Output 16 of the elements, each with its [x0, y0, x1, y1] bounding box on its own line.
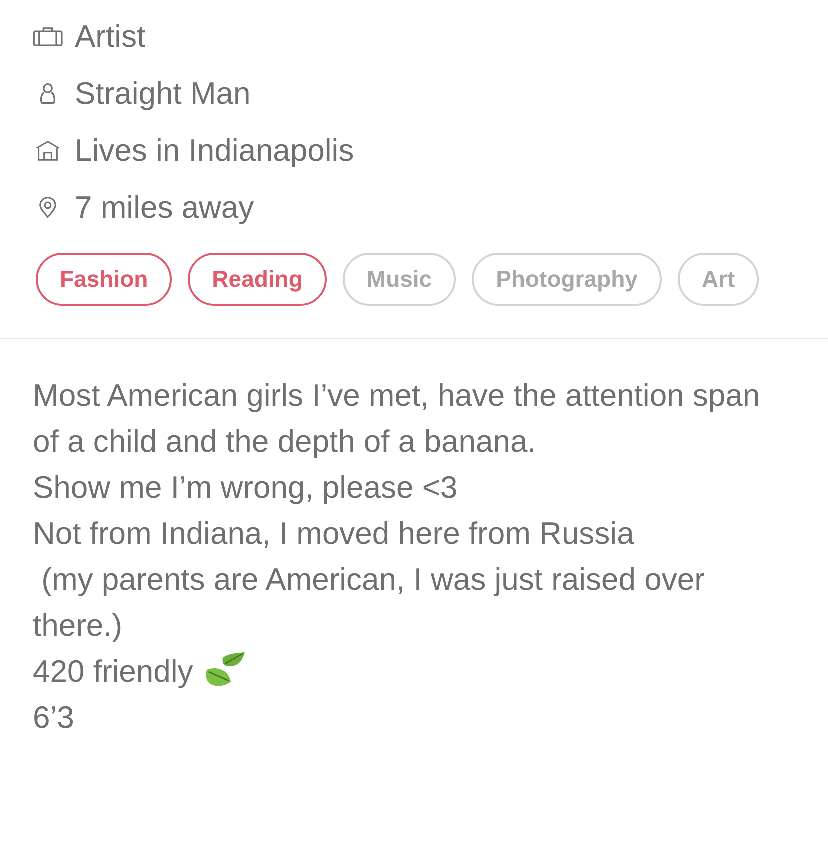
interest-tag: Fashion [36, 253, 172, 306]
bio-text: Most American girls I’ve met, have the attention span of a child and the depth of a banana. [33, 377, 762, 461]
bio-text: 6’3 [33, 699, 76, 737]
profile-detail: 7 miles away [75, 190, 254, 226]
bio-text: 420 friendly [33, 653, 194, 691]
profile-detail: Straight Man [75, 76, 251, 112]
interest-tag: Photography [472, 253, 662, 306]
bio-text: Show me I’m wrong, please <3 [33, 469, 459, 507]
profile-detail: Lives in Indianapolis [75, 132, 354, 168]
interest-tag: Art [678, 253, 760, 306]
bio-text: Not from Indiana, I moved here from Russia [33, 515, 636, 553]
profile-detail: Artist [75, 18, 146, 54]
interest-tag: Music [342, 253, 456, 306]
briefcase-icon [33, 26, 63, 48]
bio-text: (my parents are American, I was just raised over there.) [33, 561, 706, 645]
interest-tag: Reading [188, 253, 327, 306]
